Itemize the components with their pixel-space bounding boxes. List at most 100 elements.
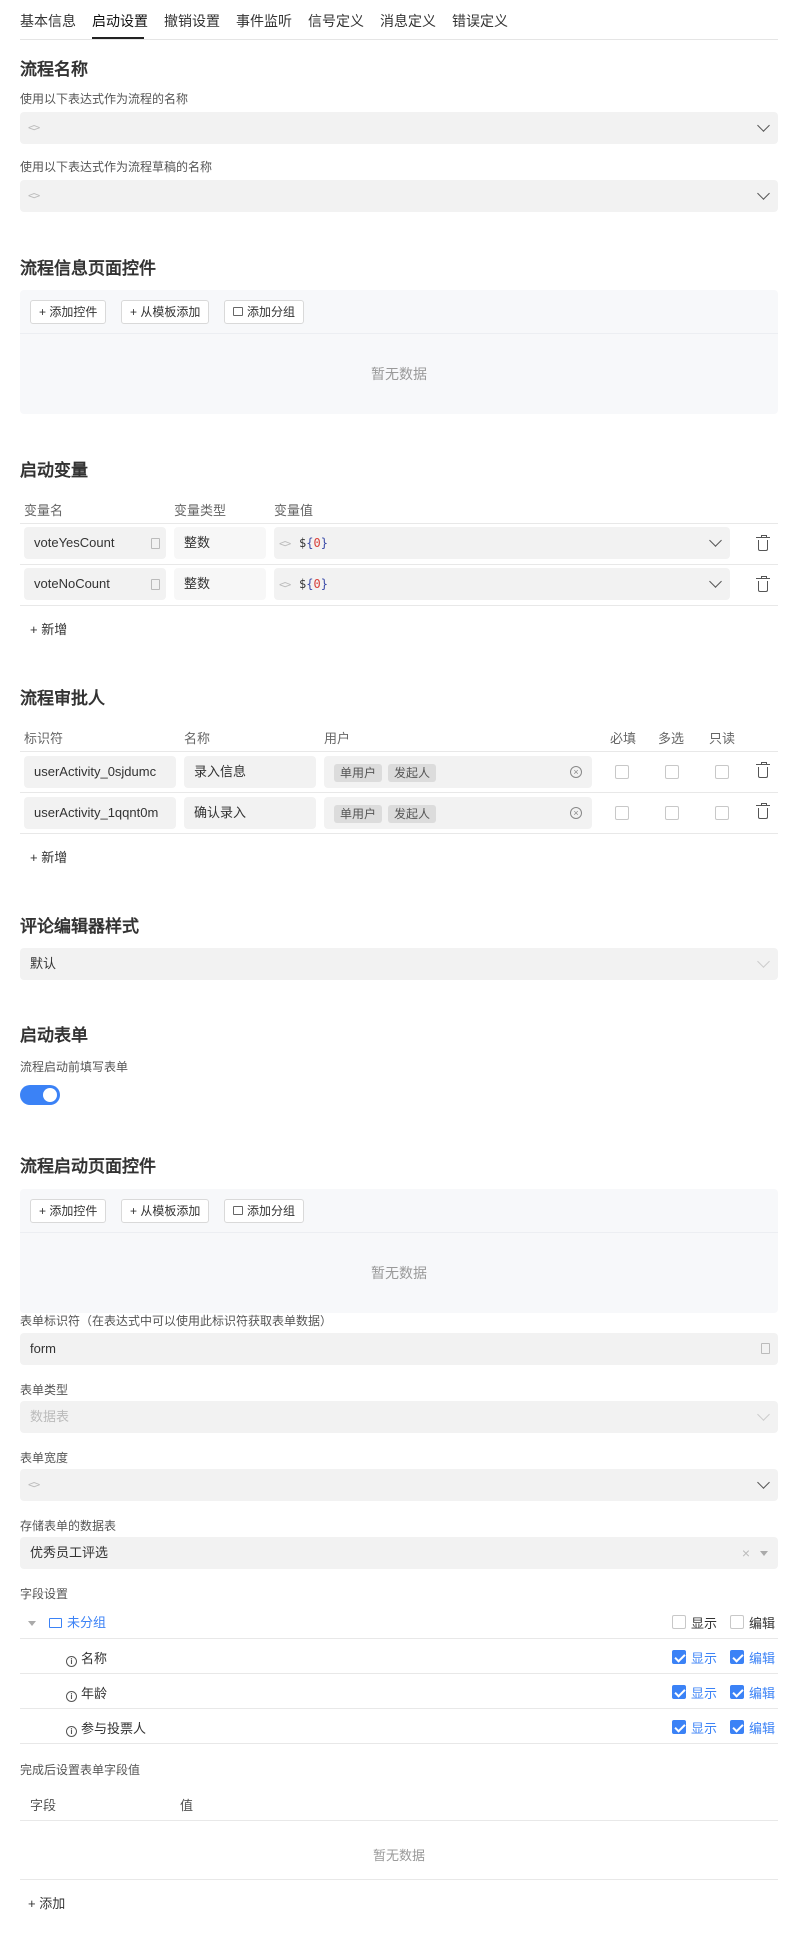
field-edit-checkbox[interactable]: [730, 1685, 744, 1699]
name-expr-select[interactable]: <>: [20, 112, 778, 144]
add-approver-button[interactable]: + 新增: [30, 847, 67, 866]
divider: [20, 564, 778, 565]
add-group-label: 添加分组: [247, 305, 296, 319]
chevron-down-icon: [757, 1408, 770, 1421]
field-show-checkbox[interactable]: [672, 1720, 686, 1734]
start-form-label: 流程启动前填写表单: [20, 1060, 129, 1074]
info-icon: i: [66, 1691, 77, 1702]
delete-icon[interactable]: [756, 762, 770, 778]
field-node[interactable]: i 年龄: [66, 1683, 107, 1702]
var-name-input[interactable]: voteNoCount: [24, 568, 166, 600]
form-type-select[interactable]: 数据表: [20, 1401, 778, 1433]
tab-event-listen[interactable]: 事件监听: [236, 11, 292, 31]
required-checkbox[interactable]: [615, 806, 629, 820]
divider: [20, 1743, 778, 1744]
approver-name-input[interactable]: 录入信息: [184, 756, 316, 788]
field-name: 名称: [81, 1651, 108, 1666]
folder-plus-icon: [233, 1206, 243, 1215]
add-field-value-button[interactable]: + 添加: [28, 1893, 65, 1912]
field-node[interactable]: i 名称: [66, 1648, 107, 1667]
clear-icon[interactable]: ×: [570, 766, 582, 778]
var-value-select[interactable]: <> ${0}: [274, 527, 730, 559]
document-icon: [151, 538, 160, 549]
divider: [20, 833, 778, 834]
readonly-checkbox[interactable]: [715, 765, 729, 779]
divider: [20, 605, 778, 606]
chevron-down-icon: [757, 119, 770, 132]
group-name: 未分组: [67, 1615, 107, 1630]
field-edit-checkbox[interactable]: [730, 1720, 744, 1734]
folder-icon: [49, 1618, 62, 1628]
delete-icon[interactable]: [756, 535, 770, 551]
collapse-caret-icon[interactable]: [28, 1621, 36, 1626]
field-show-checkbox[interactable]: [672, 1650, 686, 1664]
form-type-placeholder: 数据表: [30, 1409, 70, 1424]
folder-plus-icon: [233, 307, 243, 316]
delete-icon[interactable]: [756, 576, 770, 592]
add-group-label: 添加分组: [247, 1204, 296, 1218]
name-expr-label: 使用以下表达式作为流程的名称: [20, 92, 189, 106]
add-group-button[interactable]: 添加分组: [224, 1199, 305, 1223]
group-node-ungrouped[interactable]: 未分组: [49, 1612, 106, 1631]
clear-icon[interactable]: ×: [570, 807, 582, 819]
comment-editor-select[interactable]: 默认: [20, 948, 778, 980]
group-edit-checkbox[interactable]: [730, 1615, 744, 1629]
form-id-input[interactable]: form: [20, 1333, 778, 1365]
add-control-button[interactable]: + 添加控件: [30, 300, 107, 324]
field-show-checkbox[interactable]: [672, 1685, 686, 1699]
field-node[interactable]: i 参与投票人: [66, 1718, 146, 1737]
tab-error-def[interactable]: 错误定义: [452, 11, 508, 31]
field-edit-checkbox[interactable]: [730, 1650, 744, 1664]
draft-expr-select[interactable]: <>: [20, 180, 778, 212]
tab-revoke-settings[interactable]: 撤销设置: [164, 11, 220, 31]
approver-id-input[interactable]: userActivity_0sjdumc: [24, 756, 176, 788]
tab-message-def[interactable]: 消息定义: [380, 11, 436, 31]
start-form-toggle[interactable]: [20, 1085, 60, 1105]
add-control-button[interactable]: + 添加控件: [30, 1199, 107, 1223]
show-label: 显示: [691, 1721, 718, 1736]
multi-checkbox[interactable]: [665, 765, 679, 779]
approver-name-input[interactable]: 确认录入: [184, 797, 316, 829]
add-from-template-button[interactable]: + 从模板添加: [121, 300, 210, 324]
var-type-cell[interactable]: 整数: [174, 527, 266, 559]
var-name-input[interactable]: voteYesCount: [24, 527, 166, 559]
comment-editor-value: 默认: [30, 956, 57, 971]
delete-icon[interactable]: [756, 803, 770, 819]
group-show-checkbox[interactable]: [672, 1615, 686, 1629]
required-checkbox[interactable]: [615, 765, 629, 779]
approver-id-value: userActivity_0sjdumc: [34, 764, 157, 779]
chevron-down-icon: [757, 187, 770, 200]
col-header-value: 值: [180, 1798, 194, 1813]
edit-label: 编辑: [749, 1651, 776, 1666]
col-header-id: 标识符: [24, 731, 64, 746]
chevron-down-icon: [709, 534, 722, 547]
form-type-label: 表单类型: [20, 1383, 69, 1397]
user-tag: 发起人: [388, 763, 437, 782]
divider: [20, 1708, 778, 1709]
active-tab-indicator: [92, 37, 144, 39]
field-name: 参与投票人: [81, 1721, 147, 1736]
approver-id-input[interactable]: userActivity_1qqnt0m: [24, 797, 176, 829]
code-icon: <>: [279, 537, 291, 550]
edit-label: 编辑: [749, 1721, 776, 1736]
tab-basic-info[interactable]: 基本信息: [20, 11, 76, 31]
approver-user-select[interactable]: 单用户 发起人 ×: [324, 797, 592, 829]
add-variable-button[interactable]: + 新增: [30, 619, 67, 638]
add-from-template-button[interactable]: + 从模板添加: [121, 1199, 210, 1223]
clear-icon[interactable]: ×: [742, 1537, 750, 1569]
form-width-select[interactable]: <>: [20, 1469, 778, 1501]
section-title-approvers: 流程审批人: [20, 689, 105, 708]
tab-start-settings[interactable]: 启动设置: [92, 11, 148, 31]
readonly-checkbox[interactable]: [715, 806, 729, 820]
col-header-required: 必填: [610, 731, 637, 746]
tab-signal-def[interactable]: 信号定义: [308, 11, 364, 31]
var-name-value: voteYesCount: [34, 535, 115, 550]
col-header-user: 用户: [324, 731, 351, 746]
data-table-select[interactable]: 优秀员工评选 ×: [20, 1537, 778, 1569]
approver-user-select[interactable]: 单用户 发起人 ×: [324, 756, 592, 788]
divider: [20, 1638, 778, 1639]
multi-checkbox[interactable]: [665, 806, 679, 820]
add-group-button[interactable]: 添加分组: [224, 300, 305, 324]
var-value-select[interactable]: <> ${0}: [274, 568, 730, 600]
var-type-cell[interactable]: 整数: [174, 568, 266, 600]
